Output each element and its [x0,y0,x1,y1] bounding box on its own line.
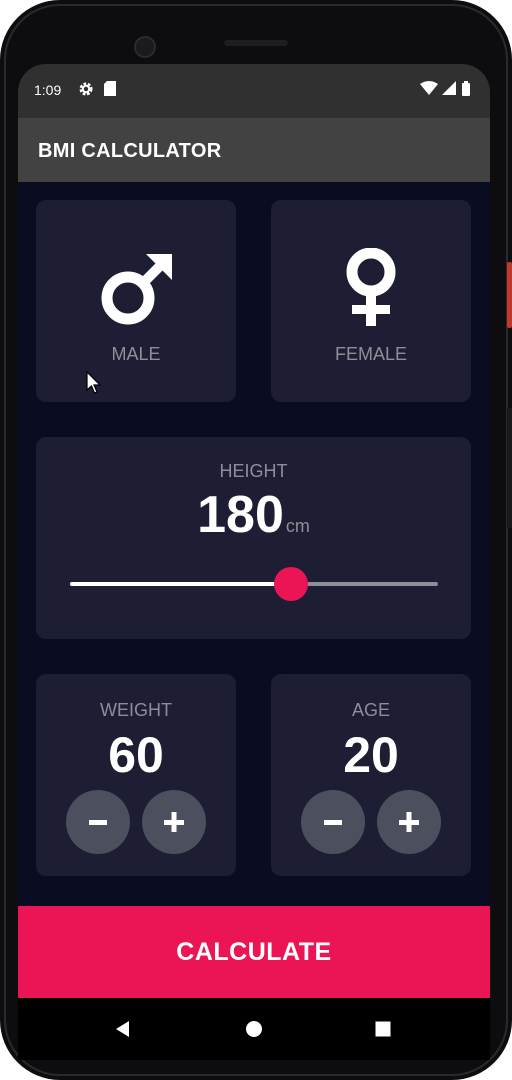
height-slider[interactable] [70,567,438,601]
slider-track-active [70,582,291,586]
female-card[interactable]: FEMALE [271,200,471,402]
age-decrement-button[interactable] [301,790,365,854]
mouse-cursor-icon [86,370,102,400]
age-card: AGE 20 [271,674,471,876]
system-nav-bar [18,998,490,1060]
earpiece-speaker [224,40,288,46]
plus-icon [164,812,184,832]
status-bar: 1:09 [18,64,490,118]
signal-icon [442,81,456,98]
plus-icon [399,812,419,832]
minus-icon [324,820,342,825]
age-value: 20 [343,727,399,783]
male-icon [36,250,236,330]
volume-button [507,408,512,528]
phone-frame: 1:09 BMI CALCULATOR MALE FEMALE HEIGHT 1… [0,0,512,1080]
gear-icon [78,81,94,100]
height-card: HEIGHT 180 cm [36,437,471,639]
male-card[interactable]: MALE [36,200,236,402]
status-time: 1:09 [34,82,62,98]
weight-label: WEIGHT [100,700,172,720]
age-increment-button[interactable] [377,790,441,854]
height-unit: cm [285,516,310,536]
calculate-label: CALCULATE [176,937,332,966]
recents-icon[interactable] [366,1012,400,1046]
front-camera [134,36,156,58]
female-icon [271,248,471,328]
sd-card-icon [104,81,116,99]
age-label: AGE [351,700,390,720]
app-screen: 1:09 BMI CALCULATOR MALE FEMALE HEIGHT 1… [18,64,490,1060]
height-readout: 180 cm [36,485,471,545]
weight-value: 60 [108,727,164,783]
male-label: MALE [111,344,161,364]
weight-card: WEIGHT 60 [36,674,236,876]
height-value: 180 [197,486,284,544]
app-title: BMI CALCULATOR [38,140,222,162]
weight-decrement-button[interactable] [66,790,130,854]
wifi-icon [420,81,438,98]
slider-thumb[interactable] [273,567,308,601]
height-label: HEIGHT [219,461,288,481]
calculate-button[interactable]: CALCULATE [18,906,490,998]
slider-track-inactive [290,582,438,586]
weight-increment-button[interactable] [142,790,206,854]
battery-icon [462,81,470,99]
female-label: FEMALE [334,344,408,364]
back-icon[interactable] [106,1012,140,1046]
app-bar: BMI CALCULATOR [18,118,490,182]
power-button [507,262,512,328]
minus-icon [89,820,107,825]
home-icon[interactable] [237,1012,271,1046]
